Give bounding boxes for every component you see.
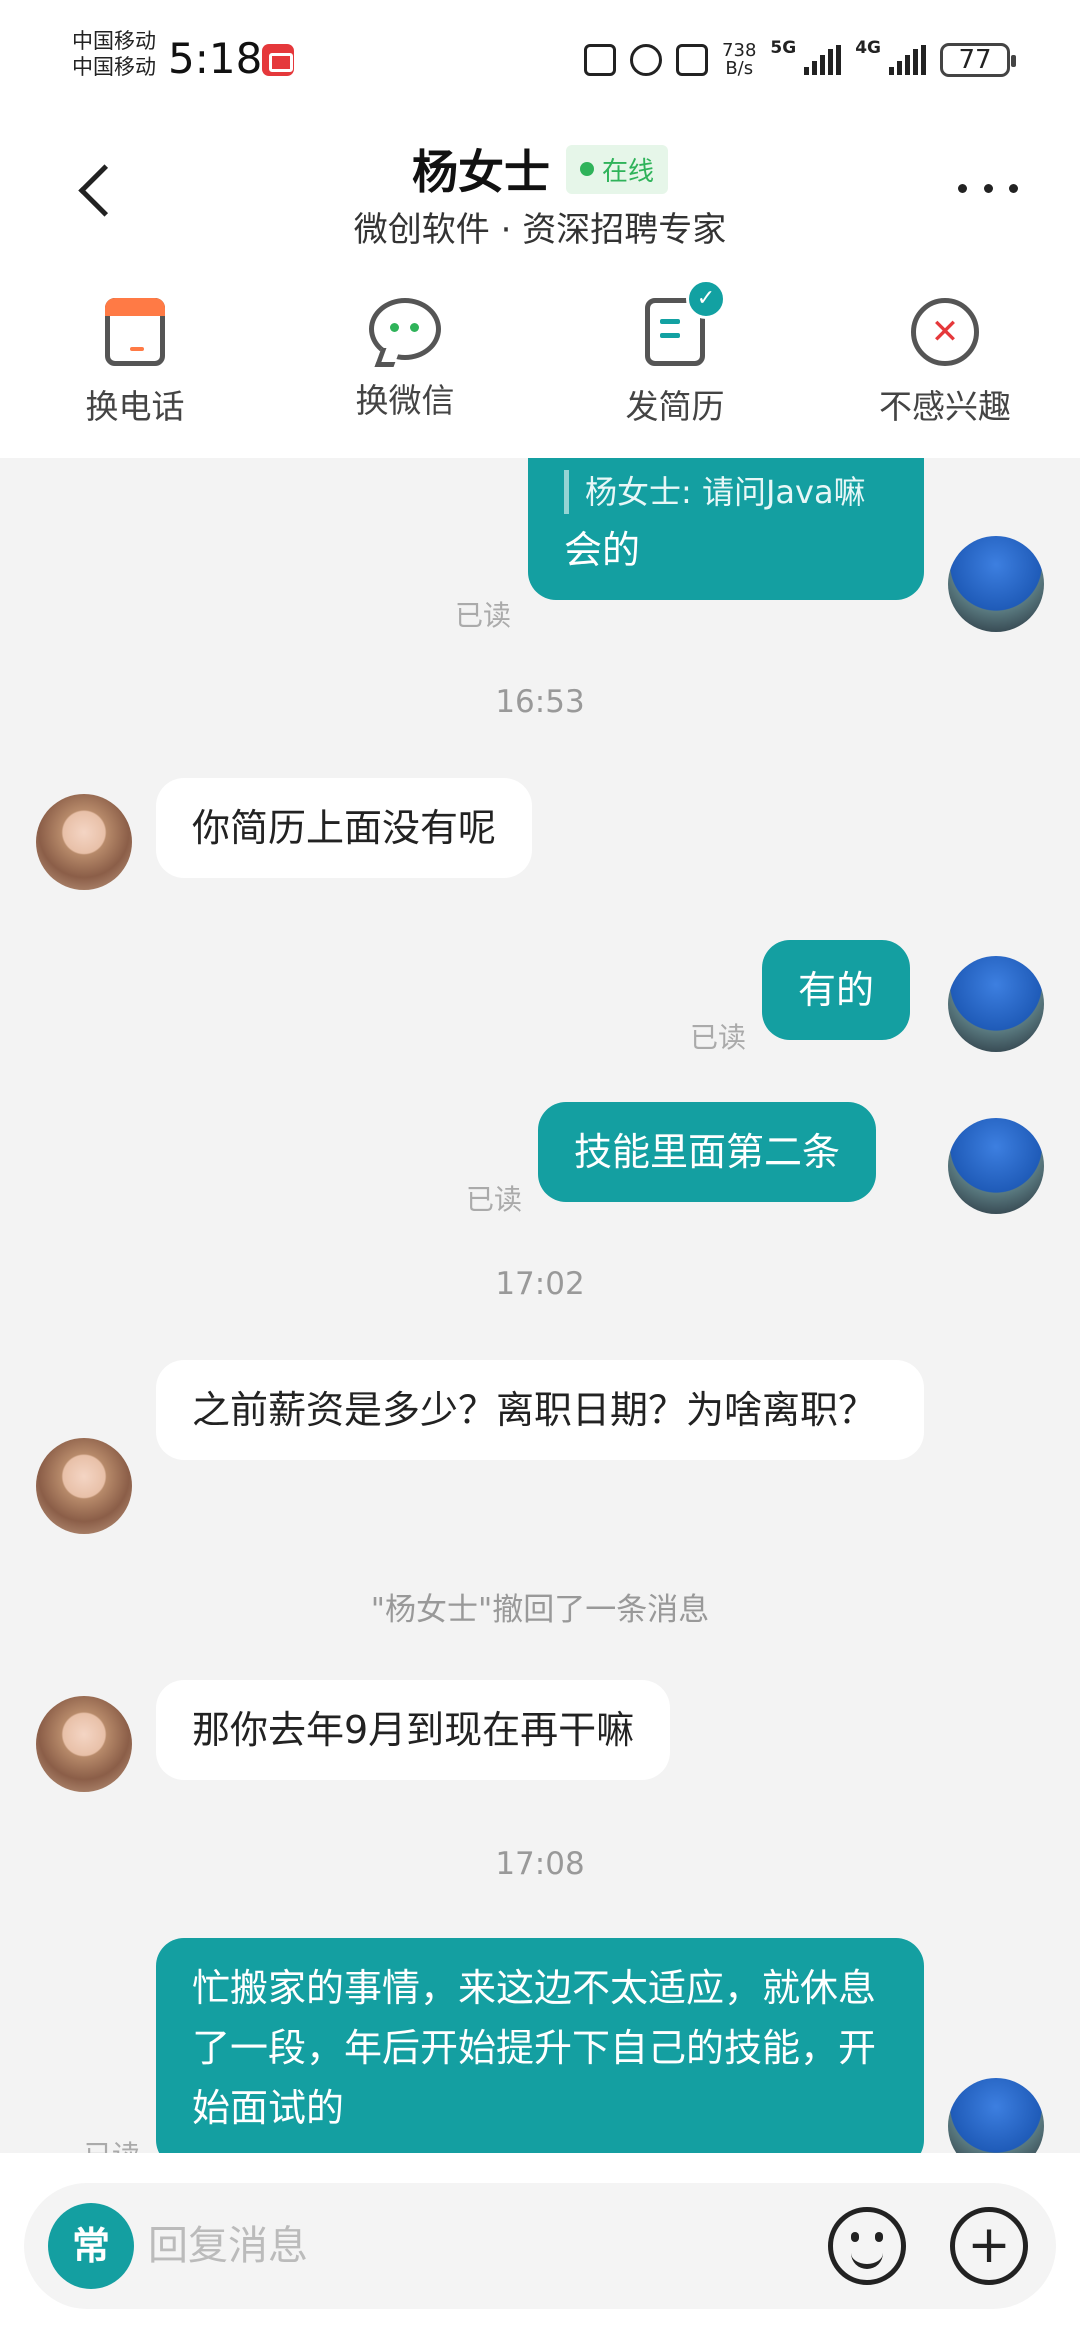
message-bubble-received[interactable]: 那你去年9月到现在再干嘛 <box>156 1680 671 1780</box>
status-time: 5:18 <box>168 34 263 83</box>
carrier-2: 中国移动 <box>72 55 156 79</box>
not-interested-button[interactable]: ✕ 不感兴趣 <box>810 280 1080 458</box>
timestamp: 17:02 <box>495 1266 585 1302</box>
message-text: 有的 <box>798 968 875 1012</box>
online-badge: 在线 <box>565 144 668 194</box>
not-interested-icon: ✕ <box>911 298 979 366</box>
chat-header: 杨女士 在线 微创软件 · 资深招聘专家 <box>0 120 1080 280</box>
online-dot-icon <box>579 162 594 176</box>
my-avatar[interactable] <box>948 956 1044 1052</box>
recall-notice: "杨女士"撤回了一条消息 <box>370 1592 710 1628</box>
signal-2-icon <box>889 45 926 75</box>
net-speed-unit: B/s <box>725 58 754 79</box>
signal-2-label: 4G <box>855 38 881 58</box>
reply-input[interactable] <box>148 2203 708 2289</box>
message-text: 忙搬家的事情，来这边不太适应，就休息了一段，年后开始提升下自己的技能，开始面试的 <box>192 1966 877 2130</box>
input-bar: 常 + <box>0 2153 1080 2340</box>
alarm-icon <box>630 44 663 76</box>
exchange-wechat-label: 换微信 <box>355 381 455 420</box>
contact-avatar[interactable] <box>36 794 132 890</box>
message-text: 技能里面第二条 <box>574 1130 841 1174</box>
plus-icon[interactable]: + <box>950 2207 1028 2285</box>
not-interested-label: 不感兴趣 <box>879 387 1011 426</box>
net-speed: 738 B/s <box>722 42 756 78</box>
read-receipt: 已读 <box>466 1183 523 1216</box>
quoted-message: 杨女士: 请问Java嘛 <box>564 470 888 514</box>
read-receipt: 已读 <box>690 1021 747 1054</box>
send-resume-label: 发简历 <box>625 387 725 426</box>
status-bar: 中国移动 中国移动 5:18 738 B/s 5G 4G 77 <box>0 0 1080 120</box>
message-text: 之前薪资是多少？离职日期？为啥离职？ <box>192 1388 877 1432</box>
vibrate-icon <box>676 44 709 76</box>
read-receipt: 已读 <box>455 599 512 632</box>
my-avatar[interactable] <box>948 2078 1044 2153</box>
message-text: 那你去年9月到现在再干嘛 <box>192 1708 635 1752</box>
my-avatar[interactable] <box>948 536 1044 632</box>
phone-icon <box>105 298 165 366</box>
message-bubble-sent[interactable]: 有的 <box>762 940 911 1040</box>
message-bubble-sent[interactable]: 杨女士: 请问Java嘛 会的 <box>528 458 924 600</box>
message-bubble-sent[interactable]: 技能里面第二条 <box>538 1102 877 1202</box>
more-options-icon[interactable] <box>958 178 1018 198</box>
timestamp: 16:53 <box>495 684 585 720</box>
notification-icon <box>262 44 294 76</box>
common-phrases-button[interactable]: 常 <box>48 2203 134 2289</box>
carrier-1: 中国移动 <box>72 29 156 53</box>
exchange-phone-label: 换电话 <box>85 387 185 426</box>
contact-avatar[interactable] <box>36 1438 132 1534</box>
online-label: 在线 <box>601 156 654 187</box>
contact-name: 杨女士 <box>411 145 550 199</box>
timestamp: 17:08 <box>495 1846 585 1882</box>
send-resume-button[interactable]: 发简历 <box>540 279 810 458</box>
message-text: 你简历上面没有呢 <box>192 806 497 850</box>
message-bubble-sent[interactable]: 忙搬家的事情，来这边不太适应，就休息了一段，年后开始提升下自己的技能，开始面试的 <box>156 1938 924 2153</box>
status-icons: 738 B/s 5G 4G 77 <box>584 38 1016 82</box>
quick-actions: 换电话 换微信 发简历 ✕ 不感兴趣 <box>0 279 1080 458</box>
title-row: 杨女士 在线 <box>0 136 1080 202</box>
battery-icon: 77 <box>940 43 1016 77</box>
chat-area[interactable]: 杨女士: 请问Java嘛 会的 已读 16:53 你简历上面没有呢 有的 已读 … <box>0 458 1080 2153</box>
message-bubble-received[interactable]: 之前薪资是多少？离职日期？为啥离职？ <box>156 1360 924 1460</box>
nfc-icon <box>584 44 617 76</box>
resume-icon <box>645 279 726 366</box>
exchange-phone-button[interactable]: 换电话 <box>0 280 270 458</box>
wechat-icon <box>369 298 441 360</box>
message-bubble-received[interactable]: 你简历上面没有呢 <box>156 778 533 878</box>
carrier-info: 中国移动 中国移动 <box>72 28 156 80</box>
contact-avatar[interactable] <box>36 1696 132 1792</box>
emoji-icon[interactable] <box>828 2207 906 2285</box>
signal-1-label: 5G <box>770 38 797 58</box>
my-avatar[interactable] <box>948 1118 1044 1214</box>
input-container: 常 + <box>24 2183 1056 2309</box>
read-receipt: 已读 <box>84 2134 140 2153</box>
exchange-wechat-button[interactable]: 换微信 <box>270 280 540 458</box>
contact-subtitle: 微创软件 · 资深招聘专家 <box>353 210 727 250</box>
message-text: 会的 <box>564 528 641 572</box>
signal-1-icon <box>804 45 842 75</box>
